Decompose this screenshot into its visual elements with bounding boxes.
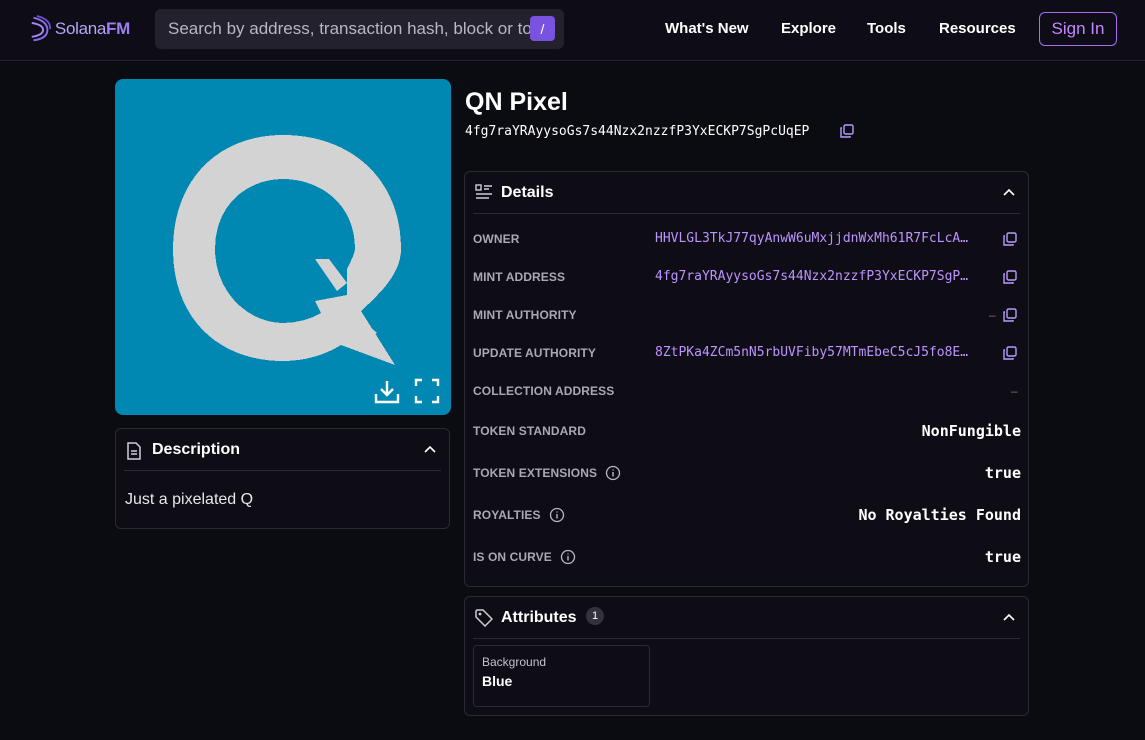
royalties-value: No Royalties Found xyxy=(858,506,1021,524)
info-icon[interactable] xyxy=(549,507,565,523)
nav-whats-new[interactable]: What's New xyxy=(665,20,749,37)
chevron-up-icon[interactable] xyxy=(1002,611,1016,625)
attributes-count-badge: 1 xyxy=(586,607,604,625)
is-on-curve-value: true xyxy=(984,548,1021,566)
tag-icon xyxy=(475,609,493,627)
update-authority-label: UPDATE AUTHORITY xyxy=(473,346,596,360)
copy-icon[interactable] xyxy=(1003,346,1017,360)
owner-label: OWNER xyxy=(473,232,520,246)
sign-in-button[interactable]: Sign In xyxy=(1039,12,1117,46)
nav-tools[interactable]: Tools xyxy=(867,20,906,37)
token-extensions-label: TOKEN EXTENSIONS xyxy=(473,466,598,480)
collection-address-value: – xyxy=(1011,384,1018,398)
attributes-title: Attributes xyxy=(501,609,577,626)
logo-text-prefix: Solana xyxy=(54,19,107,38)
copy-icon[interactable] xyxy=(1003,232,1017,246)
solanafm-logo[interactable]: SolanaFM xyxy=(30,11,130,47)
list-details-icon xyxy=(475,184,492,199)
detail-row-collection-address: COLLECTION ADDRESS – xyxy=(473,384,1021,404)
nav-explore[interactable]: Explore xyxy=(781,20,836,37)
royalties-label: ROYALTIES xyxy=(473,508,541,522)
logo-text-suffix: FM xyxy=(106,19,130,38)
mint-authority-label: MINT AUTHORITY xyxy=(473,308,577,322)
detail-row-token-extensions: TOKEN EXTENSIONS true xyxy=(473,464,1021,486)
search-input[interactable] xyxy=(155,9,538,49)
search-bar: / xyxy=(155,9,564,49)
copy-icon[interactable] xyxy=(840,124,854,138)
token-address: 4fg7raYRAyysoGs7s44Nzx2nzzfP3YxECKP7SgPc… xyxy=(465,124,810,139)
token-name: QN Pixel xyxy=(465,88,568,116)
pixel-q-image xyxy=(173,135,401,365)
detail-row-royalties: ROYALTIES No Royalties Found xyxy=(473,506,1021,528)
chevron-up-icon[interactable] xyxy=(423,443,437,457)
copy-icon[interactable] xyxy=(1003,270,1017,284)
document-icon xyxy=(127,442,141,460)
description-text: Just a pixelated Q xyxy=(125,491,254,508)
description-card: Description Just a pixelated Q xyxy=(115,428,450,529)
nav-resources[interactable]: Resources xyxy=(939,20,1016,37)
copy-icon[interactable] xyxy=(1003,308,1017,322)
detail-row-owner: OWNER HHVLGL3TkJ77qyAnwW6uMxjjdnWxMh61R7… xyxy=(473,231,1021,252)
info-icon[interactable] xyxy=(560,549,576,565)
owner-link[interactable]: HHVLGL3TkJ77qyAnwW6uMxjjdnWxMh61R7FcLcA… xyxy=(655,231,995,246)
description-title: Description xyxy=(152,441,241,458)
detail-row-update-authority: UPDATE AUTHORITY 8ZtPKa4ZCm5nN5rbUVFiby5… xyxy=(473,345,1021,366)
update-authority-link[interactable]: 8ZtPKa4ZCm5nN5rbUVFiby57MTmEbeC5cJ5fo8E… xyxy=(655,345,995,360)
attribute-trait: Background xyxy=(482,655,547,669)
token-standard-label: TOKEN STANDARD xyxy=(473,424,586,438)
mint-address-label: MINT ADDRESS xyxy=(473,270,566,284)
token-standard-value: NonFungible xyxy=(921,422,1021,440)
detail-row-is-on-curve: IS ON CURVE true xyxy=(473,548,1021,570)
attribute-value: Blue xyxy=(482,673,513,689)
solanafm-logo-icon xyxy=(31,15,51,42)
attribute-item: Background Blue xyxy=(473,645,650,707)
top-navbar: SolanaFM / What's New Explore Tools Reso… xyxy=(0,0,1145,61)
mint-address-link[interactable]: 4fg7raYRAyysoGs7s44Nzx2nzzfP3YxECKP7SgP… xyxy=(655,269,995,284)
fullscreen-icon[interactable] xyxy=(413,377,441,405)
download-icon[interactable] xyxy=(372,377,402,407)
search-shortcut-key: / xyxy=(530,16,555,41)
is-on-curve-label: IS ON CURVE xyxy=(473,550,552,564)
info-icon[interactable] xyxy=(605,465,621,481)
collection-address-label: COLLECTION ADDRESS xyxy=(473,384,615,398)
detail-row-token-standard: TOKEN STANDARD NonFungible xyxy=(473,422,1021,444)
detail-row-mint-authority: MINT AUTHORITY – xyxy=(473,308,1021,328)
attributes-header[interactable]: Attributes xyxy=(473,597,1020,639)
details-header[interactable]: Details xyxy=(473,172,1020,214)
nft-image xyxy=(115,79,451,415)
description-header[interactable]: Description xyxy=(124,429,441,471)
mint-authority-value: – xyxy=(989,308,996,322)
chevron-up-icon[interactable] xyxy=(1002,186,1016,200)
details-title: Details xyxy=(501,184,554,201)
detail-row-mint-address: MINT ADDRESS 4fg7raYRAyysoGs7s44Nzx2nzzf… xyxy=(473,269,1021,290)
token-extensions-value: true xyxy=(984,464,1021,482)
